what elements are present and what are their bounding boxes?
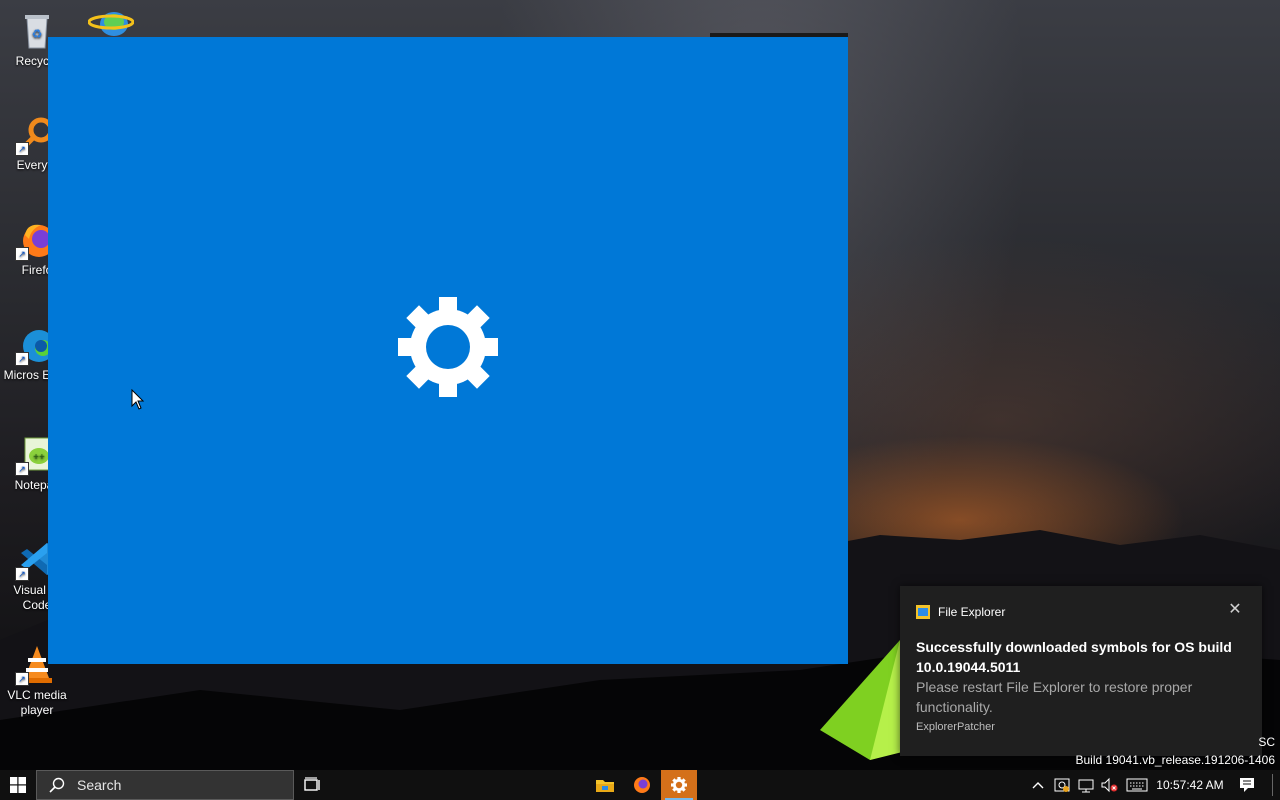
taskbar-app-file-explorer[interactable] <box>587 770 623 800</box>
build-watermark: Build 19041.vb_release.191206-1406 <box>1075 753 1276 767</box>
action-center-button[interactable] <box>1234 770 1260 800</box>
shortcut-arrow-icon: ↗ <box>15 142 29 156</box>
settings-splash-window[interactable] <box>48 37 848 664</box>
tray-overflow-chevron-up-icon[interactable] <box>1026 770 1050 800</box>
system-tray <box>1026 770 1152 800</box>
notification-icon <box>1240 778 1254 792</box>
shortcut-arrow-icon: ↗ <box>15 567 29 581</box>
taskbar: 10:57:42 AM <box>0 770 1280 800</box>
svg-text:♻: ♻ <box>32 27 43 41</box>
toast-notification[interactable]: File Explorer ✕ Successfully downloaded … <box>900 586 1262 756</box>
taskbar-search-box[interactable] <box>36 770 294 800</box>
tray-update-icon[interactable] <box>1050 770 1074 800</box>
shortcut-arrow-icon: ↗ <box>15 247 29 261</box>
shortcut-arrow-icon: ↗ <box>15 462 29 476</box>
toast-attribution: ExplorerPatcher <box>916 721 995 733</box>
search-input[interactable] <box>75 776 279 794</box>
toast-header: File Explorer <box>916 603 1005 621</box>
toast-body: Please restart File Explorer to restore … <box>916 679 1193 715</box>
search-icon <box>49 777 65 793</box>
task-view-button[interactable] <box>300 770 326 800</box>
taskbar-clock[interactable]: 10:57:42 AM <box>1150 770 1230 800</box>
keyboard-icon[interactable] <box>1122 770 1152 800</box>
folder-icon <box>596 780 614 792</box>
svg-text:++: ++ <box>33 452 45 463</box>
watermark-clipped: SC <box>1258 735 1275 749</box>
taskbar-app-firefox[interactable] <box>624 770 660 800</box>
toast-close-button[interactable]: ✕ <box>1226 601 1244 619</box>
file-explorer-icon <box>916 605 930 619</box>
task-view-icon <box>304 777 320 791</box>
internet-explorer-icon[interactable] <box>88 6 134 36</box>
show-desktop-button[interactable] <box>1272 774 1273 796</box>
network-icon[interactable] <box>1074 770 1098 800</box>
toast-app-name: File Explorer <box>938 605 1006 619</box>
windows-logo-icon <box>10 777 26 793</box>
toast-title: Successfully downloaded symbols for OS b… <box>916 639 1232 675</box>
gear-icon <box>671 777 687 793</box>
firefox-icon <box>634 777 650 793</box>
gear-icon <box>398 297 498 397</box>
mouse-cursor-icon <box>131 389 145 410</box>
shortcut-arrow-icon: ↗ <box>15 672 29 686</box>
volume-muted-icon[interactable] <box>1098 770 1122 800</box>
start-button[interactable] <box>0 770 36 800</box>
shortcut-arrow-icon: ↗ <box>15 352 29 366</box>
taskbar-app-settings[interactable] <box>661 770 697 800</box>
